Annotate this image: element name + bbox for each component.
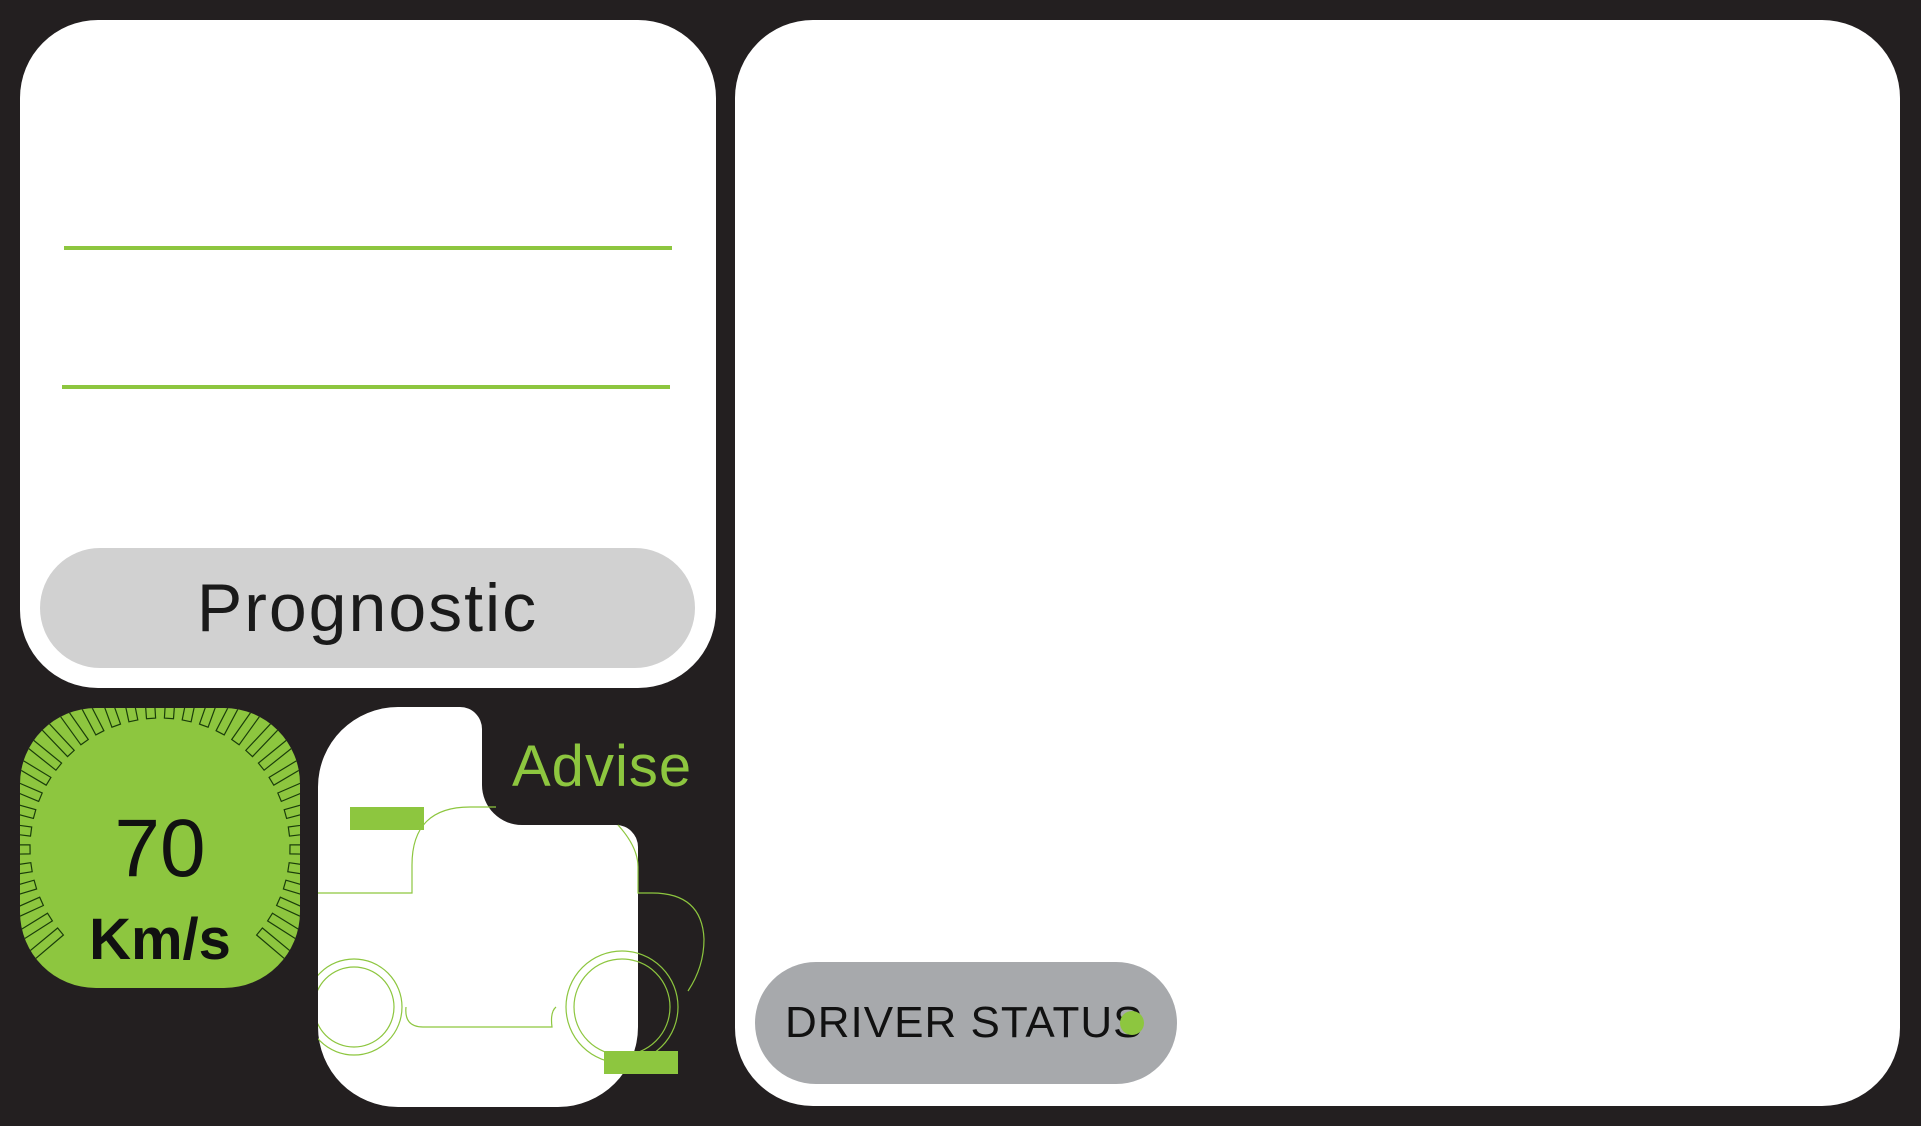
gauge-tick: [37, 718, 76, 758]
gauge-tick: [277, 782, 300, 803]
gauge-tick: [22, 735, 63, 772]
speed-value: 70: [114, 803, 206, 894]
driver-status-label: DRIVER STATUS: [785, 998, 1144, 1047]
prognostic-line-1: [64, 246, 672, 250]
gauge-tick: [20, 757, 52, 787]
speed-gauge: 70 Km/s: [20, 708, 300, 988]
speed-unit: Km/s: [89, 907, 231, 972]
gauge-tick: [244, 718, 283, 758]
status-indicator-dot: [1120, 1011, 1144, 1035]
gauge-tick: [268, 757, 300, 787]
prognostic-button[interactable]: Prognostic: [40, 548, 695, 668]
gauge-tick: [163, 708, 175, 720]
advise-label[interactable]: Advise: [512, 733, 692, 800]
gauge-tick: [181, 708, 195, 723]
gauge-tick: [257, 735, 298, 772]
main-display-panel: [735, 20, 1900, 1106]
advise-marker-bottom: [604, 1051, 678, 1074]
advise-marker-top: [350, 807, 424, 830]
gauge-tick: [125, 708, 139, 723]
gauge-tick: [215, 708, 240, 736]
gauge-tick: [55, 708, 90, 746]
gauge-tick: [230, 708, 265, 746]
gauge-tick: [80, 708, 105, 736]
prognostic-line-2: [62, 385, 670, 389]
driver-status-button[interactable]: DRIVER STATUS: [755, 962, 1177, 1084]
gauge-tick: [145, 708, 157, 720]
gauge-tick: [20, 782, 43, 803]
